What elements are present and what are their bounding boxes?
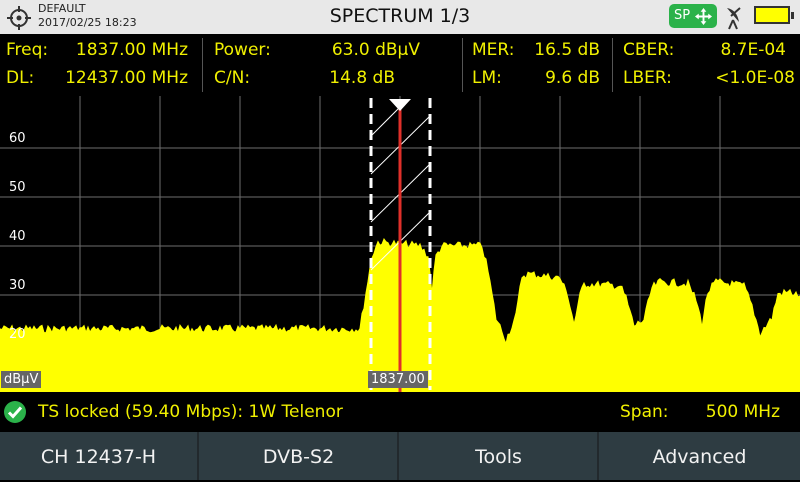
satellite-dish-icon [727, 7, 741, 30]
span-label: Span: [620, 402, 669, 422]
mode-badge[interactable]: SP [669, 4, 717, 28]
y-tick-label: 40 [9, 229, 26, 244]
status-bar: TS locked (59.40 Mbps): 1W Telenor Span:… [0, 392, 800, 432]
tools-button[interactable]: Tools [400, 432, 599, 480]
cber-value: 8.7E-04 [720, 40, 786, 60]
ts-status-message: TS locked (59.40 Mbps): 1W Telenor [38, 402, 343, 422]
cber-label: CBER: [623, 40, 675, 60]
marker-triangle-icon[interactable] [389, 99, 411, 111]
lm-label: LM: [472, 68, 502, 88]
divider [612, 38, 613, 92]
span-value: 500 MHz [705, 402, 780, 422]
lber-label: LBER: [623, 68, 672, 88]
cn-value: 14.8 dB [329, 68, 395, 88]
move-arrows-icon [694, 7, 713, 26]
standard-button[interactable]: DVB-S2 [200, 432, 399, 480]
dl-value: 12437.00 MHz [65, 68, 188, 88]
measurement-panel: Freq: 1837.00 MHz DL: 12437.00 MHz Power… [0, 34, 800, 96]
softkey-bar: CH 12437-H DVB-S2 Tools Advanced [0, 432, 800, 480]
lber-value: <1.0E-08 [715, 68, 795, 88]
check-circle-icon [4, 401, 26, 423]
advanced-button[interactable]: Advanced [600, 432, 799, 480]
divider [462, 38, 463, 92]
lm-value: 9.6 dB [545, 68, 600, 88]
freq-label: Freq: [6, 40, 49, 60]
spectrum-display[interactable]: 60 50 40 30 20 dBµV 1837.00 [0, 96, 800, 392]
mer-label: MER: [472, 40, 515, 60]
battery-icon [754, 6, 794, 24]
y-tick-label: 20 [9, 327, 26, 342]
unit-label: dBµV [1, 371, 42, 388]
y-tick-label: 30 [9, 278, 26, 293]
channel-button[interactable]: CH 12437-H [0, 432, 199, 480]
mer-value: 16.5 dB [534, 40, 600, 60]
divider [202, 38, 203, 92]
y-tick-label: 60 [9, 131, 26, 146]
power-value: 63.0 dBµV [331, 40, 420, 60]
y-tick-label: 50 [9, 180, 26, 195]
cn-label: C/N: [214, 68, 251, 88]
marker-frequency-label: 1837.00 [368, 371, 428, 388]
spectrum-plot[interactable] [0, 96, 800, 392]
dl-label: DL: [6, 68, 35, 88]
power-label: Power: [214, 40, 271, 60]
mode-badge-label: SP [674, 8, 691, 23]
freq-value: 1837.00 MHz [75, 40, 188, 60]
title-bar: DEFAULT 2017/02/25 18:23 SPECTRUM 1/3 SP [0, 0, 800, 34]
